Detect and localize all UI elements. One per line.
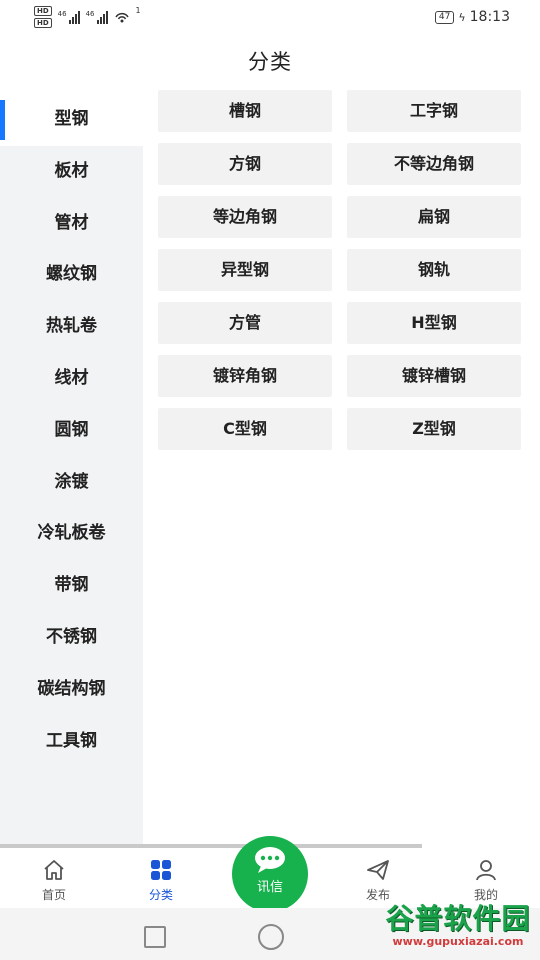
clock: 18:13 (469, 9, 510, 25)
watermark-logo: 谷普软件园 www.gupuxiazai.com (378, 903, 538, 957)
sidebar-item-9[interactable]: 带钢 (0, 560, 143, 612)
chat-icon (255, 847, 285, 873)
signal-1-icon: 46 (58, 10, 80, 24)
subcategory-button[interactable]: 方管 (158, 302, 332, 344)
watermark-title: 谷普软件园 (385, 902, 531, 935)
subcategory-button[interactable]: 镀锌槽钢 (347, 355, 521, 397)
status-left: HD HD 46 46 1 (34, 6, 141, 28)
nav-publish-label: 发布 (365, 888, 390, 902)
sidebar-item-12[interactable]: 工具钢 (0, 716, 143, 768)
home-system-button[interactable] (258, 924, 284, 950)
subcategory-button[interactable]: 扁钢 (347, 196, 521, 238)
sidebar-item-3[interactable]: 螺纹钢 (0, 249, 143, 301)
signal-2-icon: 46 (86, 10, 108, 24)
sidebar-item-11[interactable]: 碳结构钢 (0, 664, 143, 716)
subcategory-button[interactable]: 不等边角钢 (347, 143, 521, 185)
category-sidebar: 型钢 板材 管材 螺纹钢 热轧卷 线材 圆钢 涂镀 冷轧板卷 带钢 不锈钢 碳结构钢 工具钢 (0, 94, 143, 844)
sidebar-item-10[interactable]: 不锈钢 (0, 612, 143, 664)
sidebar-item-2[interactable]: 管材 (0, 198, 143, 250)
subcategory-button[interactable]: Z型钢 (347, 408, 521, 450)
recent-apps-button[interactable] (144, 926, 166, 948)
nav-category[interactable]: 分类 (121, 858, 201, 903)
nav-publish[interactable]: 发布 (338, 858, 418, 903)
subcategory-button[interactable]: 槽钢 (158, 90, 332, 132)
nav-category-label: 分类 (148, 888, 173, 902)
subcategory-button[interactable]: 镀锌角钢 (158, 355, 332, 397)
sidebar-item-7[interactable]: 涂镀 (0, 457, 143, 509)
charging-icon: ϟ (458, 10, 466, 24)
sidebar-item-1[interactable]: 板材 (0, 146, 143, 198)
hd-badge-2: HD (34, 18, 52, 28)
hd-badges: HD HD (34, 6, 52, 28)
subcategory-button[interactable]: 方钢 (158, 143, 332, 185)
hd-badge-1: HD (34, 6, 52, 16)
sim1-label: 46 (57, 10, 67, 18)
home-icon (44, 860, 64, 880)
subcategory-button[interactable]: H型钢 (347, 302, 521, 344)
nav-message-label: 讯信 (256, 880, 283, 895)
sim2-label: 46 (85, 10, 95, 18)
nav-mine-label: 我的 (473, 888, 498, 902)
sidebar-item-6[interactable]: 圆钢 (0, 405, 143, 457)
grid-icon (151, 860, 171, 880)
subcategory-button[interactable]: 工字钢 (347, 90, 521, 132)
subcategory-button[interactable]: C型钢 (158, 408, 332, 450)
nav-message-button[interactable]: 讯信 (232, 836, 308, 912)
nav-mine[interactable]: 我的 (446, 858, 526, 903)
subcategory-button[interactable]: 钢轨 (347, 249, 521, 291)
subcategory-button[interactable]: 等边角钢 (158, 196, 332, 238)
page-title: 分类 (248, 50, 292, 74)
hotspot-icon (114, 12, 129, 23)
status-right: 47 ϟ 18:13 (434, 9, 510, 25)
sidebar-item-4[interactable]: 热轧卷 (0, 301, 143, 353)
user-icon (476, 860, 496, 881)
sidebar-item-8[interactable]: 冷轧板卷 (0, 508, 143, 560)
nav-home-label: 首页 (41, 888, 66, 902)
sidebar-item-5[interactable]: 线材 (0, 353, 143, 405)
paper-plane-icon (367, 860, 389, 880)
subcategory-button[interactable]: 异型钢 (158, 249, 332, 291)
battery-icon: 47 (434, 10, 455, 24)
sidebar-item-0[interactable]: 型钢 (0, 94, 143, 146)
watermark-url: www.gupuxiazai.com (392, 935, 524, 948)
status-bar: HD HD 46 46 1 47 ϟ 18:13 (0, 0, 540, 36)
nav-home[interactable]: 首页 (14, 858, 94, 903)
hotspot-count: 1 (135, 6, 141, 15)
subcategory-grid: 槽钢 工字钢 方钢 不等边角钢 等边角钢 扁钢 异型钢 钢轨 方管 H型钢 镀锌角钢 镀锌槽钢 C型钢 Z… (158, 90, 522, 450)
